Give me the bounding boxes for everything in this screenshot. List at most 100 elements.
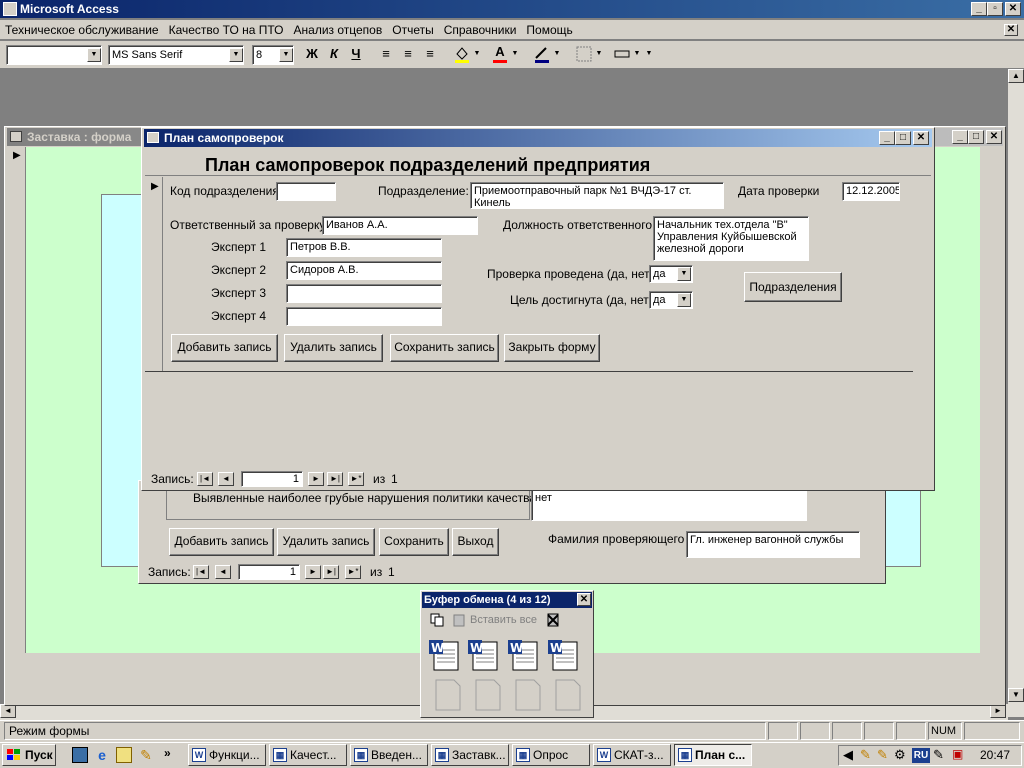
menu-analysis[interactable]: Анализ отцепов (289, 20, 388, 40)
save-record-button[interactable]: Сохранить запись (390, 334, 499, 362)
align-center-icon[interactable]: ≡ (398, 44, 418, 64)
line-width-icon[interactable] (612, 44, 632, 64)
align-right-icon[interactable]: ≡ (420, 44, 440, 64)
clipboard-title-bar[interactable]: Буфер обмена (4 из 12) (422, 592, 592, 608)
splash-record-selector[interactable]: ▶ (8, 147, 26, 653)
font-size-dropdown[interactable]: ▼ (279, 48, 293, 62)
fill-color-icon[interactable] (452, 44, 472, 64)
menu-quality[interactable]: Качество ТО на ПТО (164, 20, 289, 40)
splash-nav-prev[interactable]: ◄ (215, 565, 231, 579)
menu-help[interactable]: Помощь (521, 20, 577, 40)
toolbar-options-icon[interactable]: ▼ (644, 44, 654, 64)
tray-app-icon-1[interactable]: ✎ (860, 747, 871, 763)
taskbar-item-7[interactable]: ▦ План с... (674, 744, 752, 766)
bold-button[interactable]: Ж (302, 44, 322, 64)
font-name-dropdown[interactable]: ▼ (229, 48, 243, 62)
tray-app-icon-2[interactable]: ✎ (877, 747, 888, 763)
menu-references[interactable]: Справочники (439, 20, 522, 40)
splash-nav-current[interactable]: 1 (238, 564, 300, 580)
scroll-up-button[interactable]: ▲ (1008, 69, 1024, 83)
expert-1-field[interactable]: Петров В.В. (286, 238, 442, 257)
plan-maximize-button[interactable]: □ (895, 131, 911, 145)
quicklaunch-app-icon[interactable]: ✎ (138, 747, 154, 763)
fill-color-dropdown[interactable]: ▼ (472, 44, 482, 64)
border-style-dropdown[interactable]: ▼ (594, 44, 604, 64)
clipboard-word-item-3[interactable]: W (507, 638, 541, 672)
plan-close-button[interactable]: ✕ (913, 131, 929, 145)
check-date-field[interactable]: 12.12.2005 (842, 182, 900, 201)
language-indicator[interactable]: RU (912, 748, 930, 763)
quicklaunch-more-icon[interactable]: » (164, 746, 171, 760)
splash-vscroll[interactable] (980, 147, 1002, 653)
align-left-icon[interactable]: ≡ (376, 44, 396, 64)
taskbar-item-1[interactable]: W Функци... (188, 744, 266, 766)
clipboard-word-item-1[interactable]: W (428, 638, 462, 672)
add-record-button[interactable]: Добавить запись (171, 334, 278, 362)
line-color-dropdown[interactable]: ▼ (552, 44, 562, 64)
tray-app-icon-4[interactable]: ✎ (933, 747, 944, 763)
paste-all-button[interactable]: Вставить все (470, 614, 537, 626)
splash-delete-record-button[interactable]: Удалить запись (277, 528, 375, 556)
expert-3-field[interactable] (286, 284, 442, 303)
tray-app-icon-3[interactable]: ⚙ (894, 747, 906, 763)
plan-nav-first[interactable]: |◄ (197, 472, 213, 486)
splash-add-record-button[interactable]: Добавить запись (169, 528, 274, 556)
start-button[interactable]: Пуск (2, 744, 56, 766)
plan-nav-last[interactable]: ►| (327, 472, 343, 486)
division-code-field[interactable] (276, 182, 336, 201)
splash-nav-new[interactable]: ►* (345, 565, 361, 579)
quicklaunch-outlook-icon[interactable] (116, 747, 132, 763)
plan-nav-current[interactable]: 1 (241, 471, 303, 487)
plan-window-title-bar[interactable]: План самопроверок (144, 129, 932, 147)
workspace-vscrollbar[interactable] (1008, 69, 1024, 717)
splash-minimize-button[interactable]: _ (952, 130, 968, 144)
taskbar-item-6[interactable]: W СКАТ-з... (593, 744, 671, 766)
divisions-button[interactable]: Подразделения (744, 272, 842, 302)
expert-2-field[interactable]: Сидоров А.В. (286, 261, 442, 280)
quicklaunch-desktop-icon[interactable] (72, 747, 88, 763)
menu-maintenance[interactable]: Техническое обслуживание (0, 20, 164, 40)
underline-button[interactable]: Ч (346, 44, 366, 64)
plan-nav-next[interactable]: ► (308, 472, 324, 486)
close-form-button[interactable]: Закрыть форму (504, 334, 600, 362)
menu-reports[interactable]: Отчеты (387, 20, 438, 40)
delete-record-button[interactable]: Удалить запись (284, 334, 383, 362)
network-icon[interactable]: ▣ (952, 747, 963, 761)
clipboard-word-item-2[interactable]: W (467, 638, 501, 672)
clear-clipboard-icon[interactable] (545, 612, 561, 628)
goal-dropdown[interactable]: ▼ (677, 293, 691, 307)
violations-field[interactable]: нет (531, 489, 807, 521)
menu-close-button[interactable]: ✕ (1004, 24, 1018, 36)
scroll-down-button[interactable]: ▼ (1008, 688, 1024, 702)
taskbar-item-5[interactable]: ▦ Опрос (512, 744, 590, 766)
volume-icon[interactable]: ◀ (843, 747, 853, 763)
check-done-dropdown[interactable]: ▼ (677, 267, 691, 281)
responsible-field[interactable]: Иванов А.А. (322, 216, 478, 235)
taskbar-item-2[interactable]: ▦ Качест... (269, 744, 347, 766)
plan-record-selector[interactable]: ▶ (145, 177, 163, 371)
clipboard-close-button[interactable]: ✕ (577, 593, 591, 606)
expert-4-field[interactable] (286, 307, 442, 326)
splash-exit-button[interactable]: Выход (452, 528, 499, 556)
font-name-select[interactable]: MS Sans Serif (108, 45, 244, 65)
app-close-button[interactable]: ✕ (1005, 2, 1021, 16)
font-color-icon[interactable]: A (490, 44, 510, 64)
splash-nav-first[interactable]: |◄ (193, 565, 209, 579)
splash-save-button[interactable]: Сохранить (379, 528, 449, 556)
app-restore-button[interactable]: ▫ (987, 2, 1003, 16)
line-color-icon[interactable] (532, 44, 552, 64)
splash-nav-last[interactable]: ►| (323, 565, 339, 579)
position-field[interactable]: Начальник тех.отдела "В" Управления Куйб… (653, 216, 809, 261)
quicklaunch-ie-icon[interactable]: e (94, 747, 110, 763)
object-select-dropdown[interactable]: ▼ (87, 48, 101, 62)
clipboard-word-item-4[interactable]: W (547, 638, 581, 672)
border-style-icon[interactable] (574, 44, 594, 64)
line-width-dropdown[interactable]: ▼ (632, 44, 642, 64)
taskbar-item-4[interactable]: ▦ Заставк... (431, 744, 509, 766)
splash-maximize-button[interactable]: □ (968, 130, 984, 144)
taskbar-item-3[interactable]: ▦ Введен... (350, 744, 428, 766)
scroll-left-button[interactable]: ◄ (0, 704, 16, 718)
copy-icon[interactable] (430, 613, 444, 627)
plan-nav-new[interactable]: ►* (348, 472, 364, 486)
splash-close-button[interactable]: ✕ (986, 130, 1002, 144)
